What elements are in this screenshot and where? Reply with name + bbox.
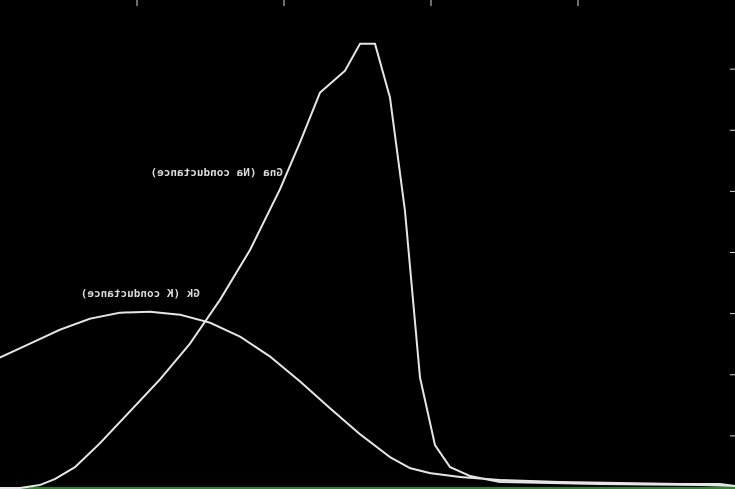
gna-series-label: Gna (Na conductance) — [151, 166, 283, 179]
chart-area: Gna (Na conductance) Gk (K conductance) — [0, 0, 735, 489]
axis-ticks — [136, 0, 735, 437]
gk-series-label: Gk (K conductance) — [81, 287, 200, 300]
series-labels: Gna (Na conductance) Gk (K conductance) — [81, 166, 283, 300]
curves — [0, 42, 735, 489]
gna-curve — [0, 42, 735, 489]
gk-curve — [0, 310, 735, 487]
conductance-chart: Gna (Na conductance) Gk (K conductance) — [0, 0, 735, 489]
